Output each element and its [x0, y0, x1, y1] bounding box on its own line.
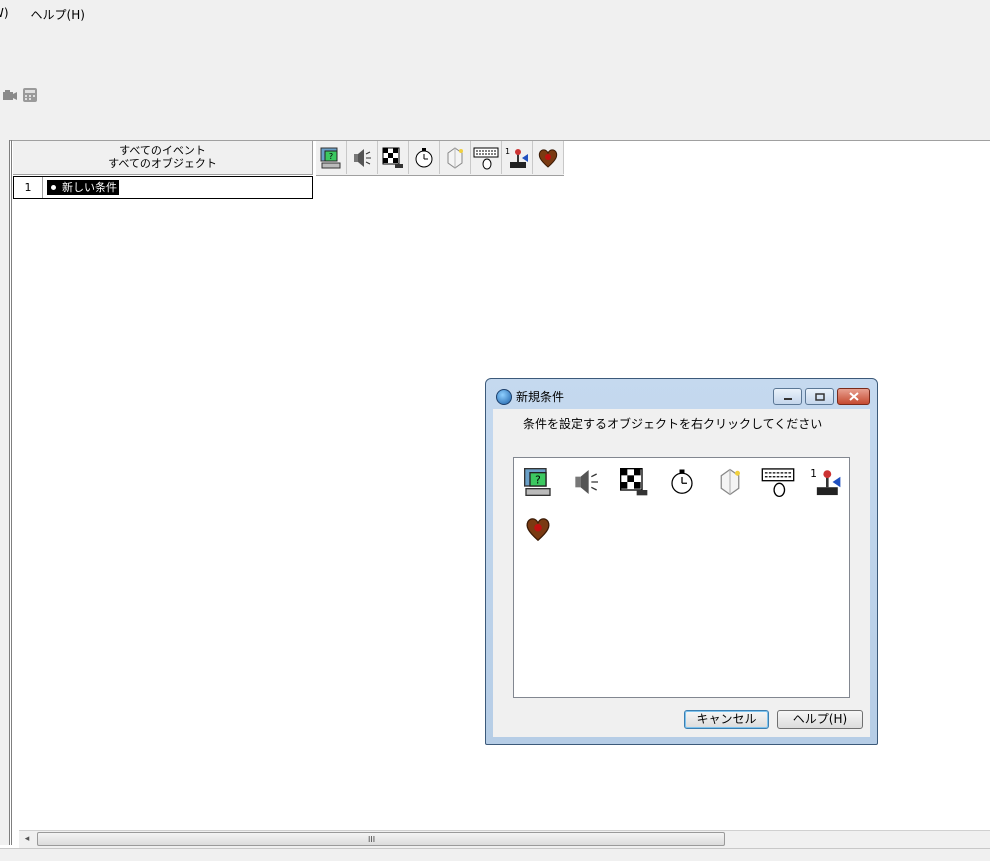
- close-button[interactable]: [837, 388, 870, 405]
- maximize-button[interactable]: [805, 388, 834, 405]
- object-list[interactable]: ? 1: [513, 457, 850, 698]
- help-button[interactable]: ヘルプ(H): [777, 710, 863, 729]
- dialog-body: 条件を設定するオブジェクトを右クリックしてください ? 1 キャンセル ヘルプ(…: [493, 409, 870, 737]
- stopwatch-icon[interactable]: [664, 464, 700, 500]
- speaker-icon[interactable]: [347, 141, 378, 174]
- computer-question-icon[interactable]: ?: [316, 141, 347, 174]
- menu-help[interactable]: ヘルプ(H): [31, 4, 85, 24]
- status-bar: [0, 848, 990, 861]
- heart-icon[interactable]: [533, 141, 564, 174]
- event-header: すべてのイベント すべてのオブジェクト: [13, 141, 313, 175]
- crystal-icon[interactable]: [440, 141, 471, 174]
- joystick-icon[interactable]: 1: [502, 141, 533, 174]
- grid-panel-icon[interactable]: [22, 86, 38, 104]
- header-all-objects: すべてのオブジェクト: [108, 157, 217, 170]
- app-icon: [496, 389, 512, 405]
- svg-text:?: ?: [535, 473, 541, 486]
- dialog-title: 新規条件: [516, 390, 565, 404]
- keyboard-mouse-icon[interactable]: [760, 464, 796, 500]
- svg-text:?: ?: [329, 152, 333, 161]
- svg-text:1: 1: [810, 468, 817, 480]
- new-condition-label: 新しい条件: [62, 181, 117, 194]
- left-gutter: [0, 140, 10, 845]
- thumb-grip: III: [368, 835, 376, 844]
- scroll-thumb[interactable]: III: [37, 832, 725, 846]
- horizontal-scrollbar[interactable]: ◂ III: [19, 830, 990, 848]
- header-all-events: すべてのイベント: [119, 144, 206, 157]
- new-condition-dialog: 新規条件 条件を設定するオブジェクトを右クリックしてください ? 1 キャンセル…: [485, 378, 878, 745]
- speaker-icon[interactable]: [568, 464, 604, 500]
- bullet-icon: [51, 185, 56, 190]
- scroll-left-arrow-icon[interactable]: ◂: [21, 833, 33, 846]
- dialog-titlebar[interactable]: 新規条件: [486, 379, 877, 409]
- checkerboard-icon[interactable]: [378, 141, 409, 174]
- svg-text:1: 1: [505, 147, 510, 156]
- checkerboard-icon[interactable]: [616, 464, 652, 500]
- row-number: 1: [14, 177, 43, 198]
- computer-question-icon[interactable]: ?: [520, 464, 556, 500]
- heart-icon[interactable]: [520, 511, 556, 547]
- camera-icon[interactable]: [2, 86, 18, 104]
- joystick-icon[interactable]: 1: [808, 464, 844, 500]
- instruction-text: 条件を設定するオブジェクトを右クリックしてください: [523, 417, 823, 431]
- event-row[interactable]: 1 新しい条件: [13, 176, 313, 199]
- keyboard-mouse-icon[interactable]: [471, 141, 502, 174]
- stopwatch-icon[interactable]: [409, 141, 440, 174]
- minimize-button[interactable]: [773, 388, 802, 405]
- left-gutter-divider: [11, 140, 12, 845]
- new-condition-cell[interactable]: 新しい条件: [47, 180, 119, 195]
- object-icon-header: ? 1: [316, 141, 564, 176]
- cancel-button[interactable]: キャンセル: [684, 710, 769, 729]
- top-chrome: W) ヘルプ(H): [0, 0, 990, 141]
- toolbar: [2, 86, 38, 104]
- menu-window[interactable]: W): [0, 4, 9, 24]
- crystal-icon[interactable]: [712, 464, 748, 500]
- menubar: W) ヘルプ(H): [0, 4, 85, 24]
